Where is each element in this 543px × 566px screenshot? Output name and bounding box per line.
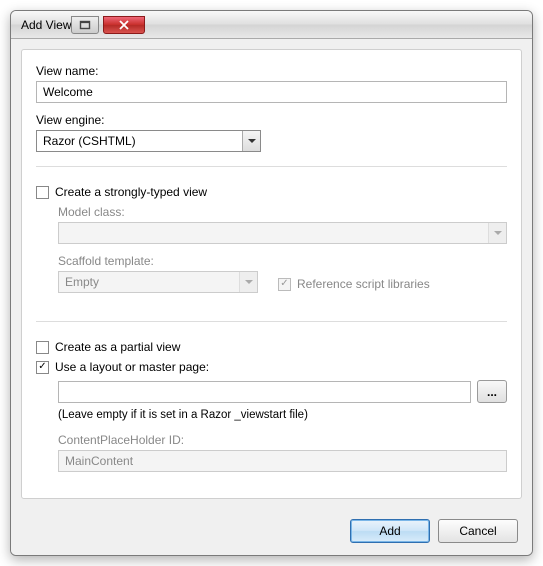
use-layout-checkbox[interactable]: ✓ — [36, 361, 49, 374]
model-class-label: Model class: — [58, 205, 507, 219]
model-class-combo — [58, 222, 507, 244]
add-view-dialog: Add View View name: View engine: Razor (… — [10, 10, 533, 556]
cancel-button[interactable]: Cancel — [438, 519, 518, 543]
layout-hint: (Leave empty if it is set in a Razor _vi… — [58, 409, 507, 421]
chevron-down-icon — [248, 139, 256, 143]
cancel-button-label: Cancel — [459, 524, 496, 538]
chevron-down-icon — [494, 231, 502, 235]
dialog-content: View name: View engine: Razor (CSHTML) C… — [21, 49, 522, 499]
view-engine-combo[interactable]: Razor (CSHTML) — [36, 130, 261, 152]
partial-view-row[interactable]: Create as a partial view — [36, 340, 507, 354]
partial-view-checkbox[interactable] — [36, 341, 49, 354]
strongly-typed-row[interactable]: Create a strongly-typed view — [36, 185, 507, 199]
use-layout-row[interactable]: ✓ Use a layout or master page: — [36, 360, 507, 374]
scaffold-template-value: Empty — [59, 275, 239, 289]
window-controls — [71, 16, 145, 34]
browse-layout-button[interactable]: ... — [477, 380, 507, 403]
close-icon — [118, 20, 130, 30]
titlebar: Add View — [11, 11, 532, 39]
view-name-label: View name: — [36, 64, 507, 78]
scaffold-template-combo: Empty — [58, 271, 258, 293]
model-class-dropdown-button — [488, 223, 506, 243]
chevron-down-icon — [245, 280, 253, 284]
ref-script-libs-label: Reference script libraries — [297, 277, 430, 291]
view-engine-value: Razor (CSHTML) — [37, 134, 242, 148]
add-button-label: Add — [379, 524, 400, 538]
browse-button-label: ... — [487, 385, 497, 399]
dialog-footer: Add Cancel — [11, 509, 532, 555]
ref-script-libs-checkbox: ✓ — [278, 278, 291, 291]
add-button[interactable]: Add — [350, 519, 430, 543]
strongly-typed-checkbox[interactable] — [36, 186, 49, 199]
maximize-icon — [79, 20, 91, 30]
scaffold-template-label: Scaffold template: — [58, 254, 258, 268]
partial-view-label: Create as a partial view — [55, 340, 180, 354]
view-name-input[interactable] — [36, 81, 507, 103]
close-button[interactable] — [103, 16, 145, 34]
ref-script-libs-row: ✓ Reference script libraries — [278, 277, 430, 291]
window-title: Add View — [21, 18, 71, 32]
scaffold-template-dropdown-button — [239, 272, 257, 292]
cph-id-label: ContentPlaceHolder ID: — [58, 433, 507, 447]
layout-path-input[interactable] — [58, 381, 471, 403]
view-engine-dropdown-button[interactable] — [242, 131, 260, 151]
cph-id-input — [58, 450, 507, 472]
strongly-typed-label: Create a strongly-typed view — [55, 185, 207, 199]
use-layout-label: Use a layout or master page: — [55, 360, 209, 374]
view-engine-label: View engine: — [36, 113, 507, 127]
maximize-button[interactable] — [71, 16, 99, 34]
